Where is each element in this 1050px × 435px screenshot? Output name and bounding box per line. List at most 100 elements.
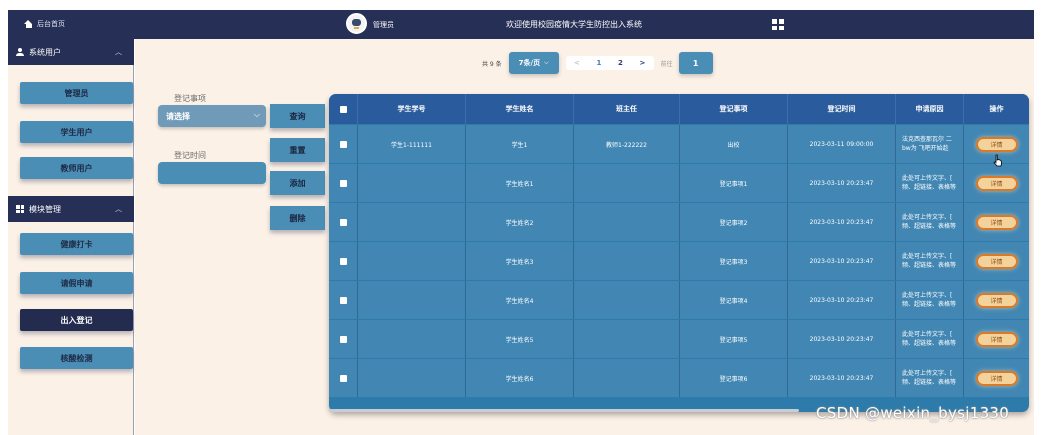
cell-student-no: 学生1-111111 (357, 125, 465, 163)
cell-operation: 详情 (963, 203, 1029, 241)
select-all-checkbox[interactable] (339, 105, 347, 113)
cell-name: 学生姓名3 (465, 242, 573, 280)
prev-page-icon[interactable]: < (574, 59, 580, 67)
cell-time: 2023-03-10 20:23:47 (787, 359, 895, 397)
sidebar-item-nucleic-test[interactable]: 核酸检测 (20, 347, 133, 369)
cell-reason: 此处可上传文字、[ 频、超链接、表格等 (895, 242, 963, 280)
table-row: 学生姓名3 登记事项3 2023-03-10 20:23:47 此处可上传文字、[ 频… (329, 242, 1029, 280)
grid-menu-icon[interactable] (772, 19, 784, 30)
cell-operation: 详情 (963, 359, 1029, 397)
sidebar-item-leave-request[interactable]: 请假申请 (20, 272, 133, 294)
goto-page-input[interactable]: 1 (678, 52, 713, 74)
row-select-cell (329, 164, 357, 202)
sidebar-group-module-management[interactable]: 模块管理 ︿ (8, 196, 134, 222)
sidebar: 系统用户 ︿ 管理员 学生用户 教师用户 模块管理 ︿ 健康打卡 请假申请 出入… (8, 39, 134, 435)
row-checkbox[interactable] (339, 335, 347, 343)
cell-name: 学生1 (465, 125, 573, 163)
detail-button[interactable]: 详情 (975, 370, 1018, 386)
detail-button[interactable]: 详情 (975, 253, 1018, 269)
sidebar-item-student-users[interactable]: 学生用户 (20, 121, 133, 143)
cell-time: 2023-03-11 09:00:00 (787, 125, 895, 163)
column-header: 登记时间 (787, 94, 895, 124)
time-filter-input[interactable] (158, 162, 266, 184)
row-select-cell (329, 320, 357, 358)
cell-item: 登记事项5 (679, 320, 787, 358)
goto-label: 前往 (660, 60, 673, 68)
cell-name: 学生姓名1 (465, 164, 573, 202)
cell-operation: 详情 (963, 320, 1029, 358)
row-select-cell (329, 242, 357, 280)
home-label[interactable]: 后台首页 (37, 19, 65, 29)
type-filter-select[interactable]: 请选择 ⌵ (158, 105, 266, 127)
cell-item: 登记事项3 (679, 242, 787, 280)
cell-student-no (357, 164, 465, 202)
admin-avatar[interactable] (346, 13, 367, 34)
column-header: 班主任 (573, 94, 679, 124)
reset-button[interactable]: 重置 (270, 138, 325, 162)
sidebar-group-label: 模块管理 (29, 204, 61, 214)
sidebar-item-entry-exit[interactable]: 出入登记 (20, 309, 133, 331)
cell-item: 出校 (679, 125, 787, 163)
cell-reason: 此处可上传文字、[ 频、超链接、表格等 (895, 281, 963, 319)
chevron-down-icon: ⌵ (253, 110, 260, 119)
sidebar-item-health-checkin[interactable]: 健康打卡 (20, 233, 133, 255)
page-size-select[interactable]: 7条/页 ⌵ (508, 52, 559, 74)
cell-teacher: 教师1-222222 (573, 125, 679, 163)
home-link[interactable]: 后台首页 (24, 19, 65, 29)
cell-reason: 此处可上传文字、[ 频、超链接、表格等 (895, 359, 963, 397)
table-header: 学生学号 学生姓名 班主任 登记事项 登记时间 申请原因 操作 (329, 94, 1029, 124)
row-checkbox[interactable] (339, 179, 347, 187)
column-header: 学生姓名 (465, 94, 573, 124)
home-icon (24, 20, 33, 28)
row-select-cell (329, 125, 357, 163)
type-filter-label: 登记事项 (174, 94, 206, 103)
row-checkbox[interactable] (339, 218, 347, 226)
cell-time: 2023-03-10 20:23:47 (787, 281, 895, 319)
delete-button[interactable]: 删除 (270, 206, 325, 230)
cell-reason: 此处可上传文字、[ 频、超链接、表格等 (895, 320, 963, 358)
row-checkbox[interactable] (339, 296, 347, 304)
detail-button[interactable]: 详情 (975, 175, 1018, 191)
add-button[interactable]: 添加 (270, 171, 325, 195)
cell-reason: 此处可上传文字、[ 频、超链接、表格等 (895, 164, 963, 202)
detail-button[interactable]: 详情 (975, 331, 1018, 347)
column-header: 申请原因 (895, 94, 963, 124)
table-horizontal-scrollbar[interactable] (329, 409, 799, 412)
records-table: 学生学号 学生姓名 班主任 登记事项 登记时间 申请原因 操作 学生1-1111… (329, 94, 1029, 412)
table-row: 学生姓名1 登记事项1 2023-03-10 20:23:47 此处可上传文字、[ 频… (329, 164, 1029, 202)
cell-item: 登记事项6 (679, 359, 787, 397)
cell-time: 2023-03-10 20:23:47 (787, 320, 895, 358)
cell-name: 学生姓名4 (465, 281, 573, 319)
table-row: 学生1-111111 学生1 教师1-222222 出校 2023-03-11 09:0… (329, 125, 1029, 163)
cell-operation: 详情 (963, 164, 1029, 202)
sidebar-item-admin[interactable]: 管理员 (20, 82, 133, 104)
table-row: 学生姓名6 登记事项6 2023-03-10 20:23:47 此处可上传文字、[ 频… (329, 359, 1029, 397)
cell-time: 2023-03-10 20:23:47 (787, 242, 895, 280)
row-select-cell (329, 359, 357, 397)
next-page-icon[interactable]: > (639, 59, 645, 67)
detail-button[interactable]: 详情 (975, 214, 1018, 230)
row-checkbox[interactable] (339, 374, 347, 382)
detail-button[interactable]: 详情 (975, 292, 1018, 308)
cell-name: 学生姓名5 (465, 320, 573, 358)
type-filter-value: 请选择 (166, 111, 190, 121)
chevron-up-icon: ︿ (115, 48, 122, 56)
detail-button[interactable]: 详情 (975, 136, 1018, 152)
page-number[interactable]: 2 (618, 59, 623, 67)
cell-item: 登记事项4 (679, 281, 787, 319)
cell-name: 学生姓名6 (465, 359, 573, 397)
cell-student-no (357, 281, 465, 319)
user-icon (16, 48, 24, 56)
sidebar-item-teacher-users[interactable]: 教师用户 (20, 157, 133, 179)
sidebar-group-system-users[interactable]: 系统用户 ︿ (8, 39, 134, 65)
page-number[interactable]: 1 (596, 59, 601, 67)
row-checkbox[interactable] (339, 257, 347, 265)
cell-teacher (573, 164, 679, 202)
hand-cursor-icon (993, 154, 1003, 167)
page-numbers: < 1 2 > (565, 56, 654, 70)
search-button[interactable]: 查询 (270, 104, 325, 128)
row-checkbox[interactable] (339, 140, 347, 148)
table-row: 学生姓名2 登记事项2 2023-03-10 20:23:47 此处可上传文字、[ 频… (329, 203, 1029, 241)
row-select-cell (329, 203, 357, 241)
cell-reason: 法克西查那瓦尔 二 bw为 飞吧开始趁 (895, 125, 963, 163)
